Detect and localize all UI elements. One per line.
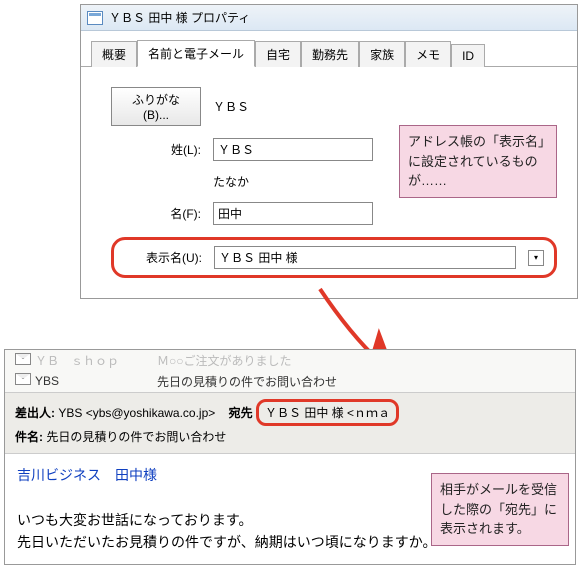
envelope-icon bbox=[15, 373, 31, 385]
display-name-dropdown[interactable]: ▾ bbox=[528, 250, 544, 266]
message-row[interactable]: ＹＢ ｓｈｏｐ Ｍ○○ご注文がありました bbox=[5, 350, 575, 371]
tab-home[interactable]: 自宅 bbox=[255, 41, 301, 67]
to-value-highlight: ＹＢＳ 田中 様 <ｎｍａ bbox=[256, 399, 399, 426]
mail-client: ＹＢ ｓｈｏｐ Ｍ○○ご注文がありました YBS 先日の見積りの件でお問い合わせ… bbox=[4, 349, 576, 565]
titlebar: ＹＢＳ 田中 様 プロパティ bbox=[81, 5, 577, 31]
envelope-icon bbox=[15, 353, 31, 365]
last-name-furigana: たなか bbox=[213, 173, 249, 190]
tab-family[interactable]: 家族 bbox=[359, 41, 405, 67]
tab-strip: 概要 名前と電子メール 自宅 勤務先 家族 メモ ID bbox=[81, 31, 577, 67]
tab-overview[interactable]: 概要 bbox=[91, 41, 137, 67]
callout-recipient: 相手がメールを受信した際の「宛先」に表示されます。 bbox=[431, 473, 569, 546]
window-icon bbox=[87, 11, 103, 25]
msg-subject: Ｍ○○ご注文がありました bbox=[157, 352, 292, 369]
first-name-input[interactable]: 田中 bbox=[213, 202, 373, 225]
callout-display-name: アドレス帳の「表示名」に設定されているものが…… bbox=[399, 125, 557, 198]
window-title: ＹＢＳ 田中 様 プロパティ bbox=[109, 9, 250, 26]
display-name-row: 表示名(U): ＹＢＳ 田中 様 ▾ bbox=[111, 237, 557, 278]
tab-id[interactable]: ID bbox=[451, 44, 485, 67]
msg-subject: 先日の見積りの件でお問い合わせ bbox=[157, 373, 337, 390]
msg-sender: YBS bbox=[35, 374, 59, 388]
last-name-label: 姓(L): bbox=[111, 141, 201, 158]
from-value: YBS <ybs@yoshikawa.co.jp> bbox=[58, 406, 215, 420]
tab-name-email[interactable]: 名前と電子メール bbox=[137, 40, 255, 67]
tab-work[interactable]: 勤務先 bbox=[301, 41, 359, 67]
display-name-label: 表示名(U): bbox=[124, 249, 202, 266]
subject-label: 件名: bbox=[15, 430, 43, 444]
message-row[interactable]: YBS 先日の見積りの件でお問い合わせ bbox=[5, 371, 575, 392]
mail-header: 差出人: YBS <ybs@yoshikawa.co.jp> 宛先 ＹＢＳ 田中… bbox=[5, 393, 575, 454]
last-name-input[interactable]: ＹＢＳ bbox=[213, 138, 373, 161]
display-name-input[interactable]: ＹＢＳ 田中 様 bbox=[214, 246, 516, 269]
subject-value: 先日の見積りの件でお問い合わせ bbox=[46, 430, 226, 444]
from-label: 差出人: bbox=[15, 406, 55, 420]
furigana-value: ＹＢＳ bbox=[213, 98, 249, 115]
arrow-area bbox=[80, 299, 576, 349]
properties-dialog: ＹＢＳ 田中 様 プロパティ 概要 名前と電子メール 自宅 勤務先 家族 メモ … bbox=[80, 4, 578, 299]
to-label: 宛先 bbox=[229, 406, 253, 420]
tab-memo[interactable]: メモ bbox=[405, 41, 451, 67]
message-list: ＹＢ ｓｈｏｐ Ｍ○○ご注文がありました YBS 先日の見積りの件でお問い合わせ bbox=[5, 350, 575, 393]
msg-sender: ＹＢ ｓｈｏｐ bbox=[35, 354, 119, 368]
first-name-label: 名(F): bbox=[111, 205, 201, 222]
furigana-button[interactable]: ふりがな(B)... bbox=[111, 87, 201, 126]
